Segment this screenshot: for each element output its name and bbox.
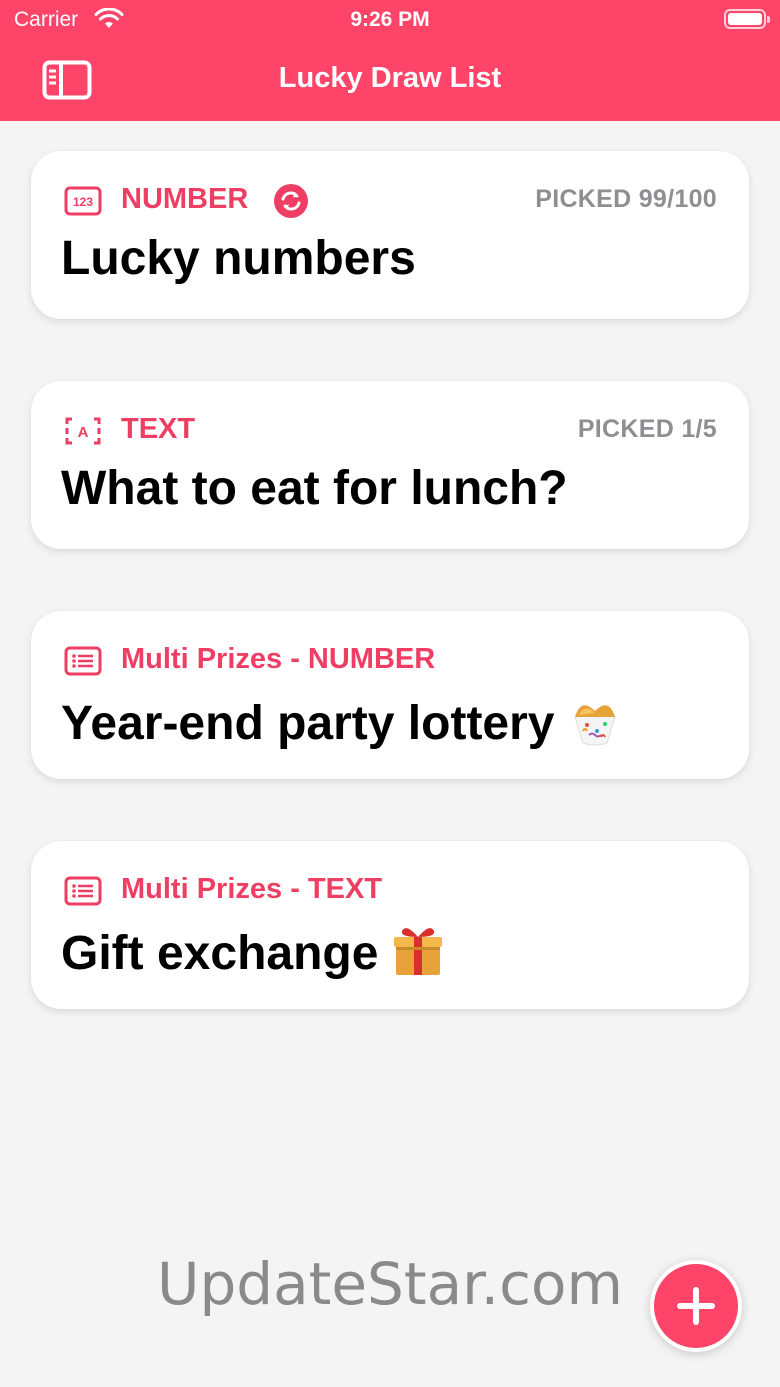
number-123-icon: 123 [64,186,102,216]
battery-icon [724,9,770,29]
draw-title: Lucky numbers [61,232,416,285]
navigation-bar: Carrier 9:26 PM Lucky Draw List [0,0,780,121]
status-time: 9:26 PM [350,8,430,31]
plus-icon [677,1287,715,1325]
draw-card-lucky-numbers[interactable]: 123 NUMBER PICKED 99/100 Lucky numbers [31,151,749,319]
repeat-icon [274,184,308,218]
picked-count: PICKED 1/5 [577,415,717,443]
draw-card-year-end-party[interactable]: Multi Prizes - NUMBER Year-end party lot… [31,611,749,779]
draw-type-label: TEXT [121,413,196,445]
confetti-ball-icon [573,705,616,746]
draw-title: Gift exchange [61,927,379,980]
draw-title: What to eat for lunch? [61,462,568,515]
draw-title: Year-end party lottery [61,697,555,750]
draw-type-label: Multi Prizes - NUMBER [121,643,436,675]
draw-title-row: Year-end party lottery [61,691,623,751]
list-icon [64,646,102,676]
status-bar: Carrier 9:26 PM [0,0,780,40]
svg-text:A: A [78,424,89,441]
draw-type-label: Multi Prizes - TEXT [121,873,383,905]
draw-card-lunch[interactable]: A TEXT PICKED 1/5 What to eat for lunch? [31,381,749,549]
draw-card-gift-exchange[interactable]: Multi Prizes - TEXT Gift exchange [31,841,749,1009]
draw-title-row: Gift exchange [61,921,446,981]
text-a-icon: A [65,417,101,445]
picked-count: PICKED 99/100 [535,185,717,213]
draw-type-label: NUMBER [121,183,249,215]
svg-text:123: 123 [73,195,93,209]
list-icon [64,876,102,906]
page-title: Lucky Draw List [278,62,502,94]
add-draw-button[interactable] [650,1260,742,1352]
gift-icon [394,928,443,975]
